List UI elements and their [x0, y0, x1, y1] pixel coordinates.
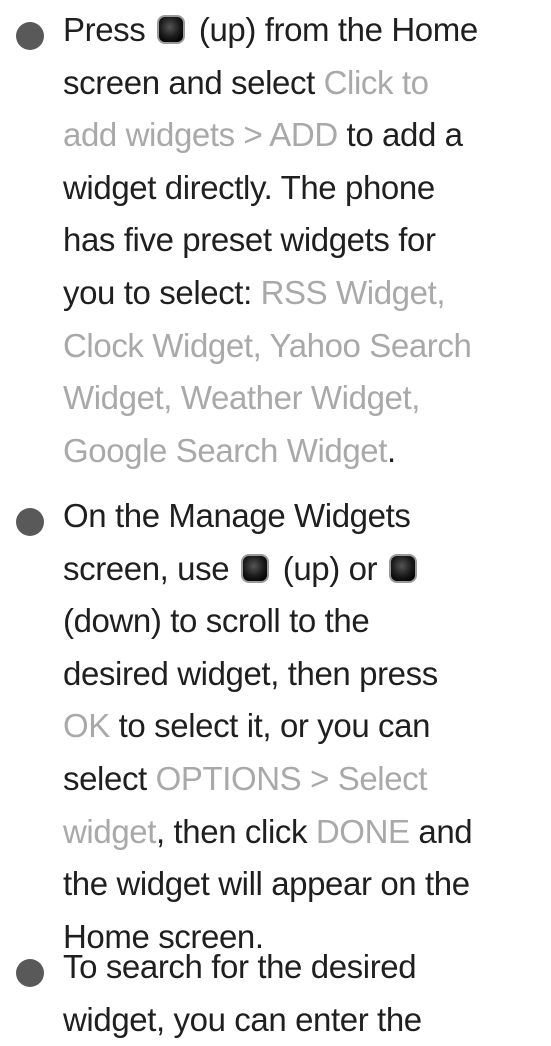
list-item-text: Press (up) from the Home screen and selec… [63, 4, 548, 477]
highlighted-term: add widgets > ADD [63, 116, 338, 154]
list-item-text: On the Manage Widgets screen, use (up) or… [63, 490, 548, 963]
text-line: screen, use (up) or [63, 543, 548, 596]
text-segment: to add a [337, 116, 463, 154]
text-line: Google Search Widget. [63, 425, 548, 478]
text-line: Clock Widget, Yahoo Search [63, 320, 548, 373]
text-segment: widget, you can enter the [63, 1000, 422, 1038]
highlighted-term: DONE [315, 812, 410, 850]
down-key-icon [388, 547, 418, 583]
text-line: the widget will appear on the [63, 858, 548, 911]
text-segment: To search for the desired [63, 948, 417, 985]
text-line: Press (up) from the Home [63, 4, 548, 57]
text-line: widget, then click DONE and [63, 806, 548, 859]
highlighted-term: Clock Widget, Yahoo Search [63, 326, 472, 364]
text-line: (down) to scroll to the [63, 595, 548, 648]
highlighted-term: Widget, Weather Widget, [63, 379, 421, 417]
highlighted-term: OK [63, 707, 110, 745]
text-segment: . [387, 431, 396, 469]
text-segment: you to select: [63, 273, 261, 311]
text-segment: widget directly. The phone [63, 168, 435, 206]
document-page: Press (up) from the Home screen and selec… [0, 0, 551, 1045]
text-segment: (down) to scroll to the [63, 602, 370, 640]
highlighted-term: Click to [323, 63, 429, 101]
text-segment: and [409, 812, 473, 850]
text-line: To search for the desired [63, 941, 548, 994]
text-segment: desired widget, then press [63, 654, 438, 692]
text-line: OK to select it, or you can [63, 700, 548, 753]
text-segment: has five preset widgets for [63, 221, 436, 259]
text-line: screen and select Click to [63, 57, 548, 110]
text-segment: the widget will appear on the [63, 865, 470, 903]
text-segment: select [63, 759, 156, 797]
text-line: widget, you can enter the [63, 994, 548, 1046]
text-line: Widget, Weather Widget, [63, 372, 548, 425]
highlighted-term: RSS Widget, [260, 273, 446, 311]
bullet-icon [16, 22, 44, 50]
text-line: On the Manage Widgets [63, 490, 548, 543]
text-line: has five preset widgets for [63, 214, 548, 267]
text-segment: screen, use [63, 549, 238, 587]
bullet-icon [16, 959, 44, 987]
highlighted-term: Google Search Widget [63, 431, 388, 469]
text-segment: (up) or [273, 549, 386, 587]
highlighted-term: OPTIONS > Select [155, 759, 428, 797]
text-segment: screen and select [63, 63, 324, 101]
text-segment: to select it, or you can [109, 707, 431, 745]
up-key-icon [240, 547, 270, 583]
highlighted-term: widget [63, 812, 156, 850]
text-line: widget directly. The phone [63, 162, 548, 215]
text-line: you to select: RSS Widget, [63, 267, 548, 320]
text-segment: , then click [156, 812, 316, 850]
text-line: desired widget, then press [63, 648, 548, 701]
bullet-icon [16, 508, 44, 536]
text-segment: (up) from the Home [190, 11, 478, 48]
text-line: add widgets > ADD to add a [63, 109, 548, 162]
up-key-icon [156, 8, 186, 44]
text-line: select OPTIONS > Select [63, 753, 548, 806]
text-segment: Press [63, 11, 155, 48]
list-item-text: To search for the desired widget, you can… [63, 941, 548, 1046]
text-segment: On the Manage Widgets [63, 497, 411, 534]
